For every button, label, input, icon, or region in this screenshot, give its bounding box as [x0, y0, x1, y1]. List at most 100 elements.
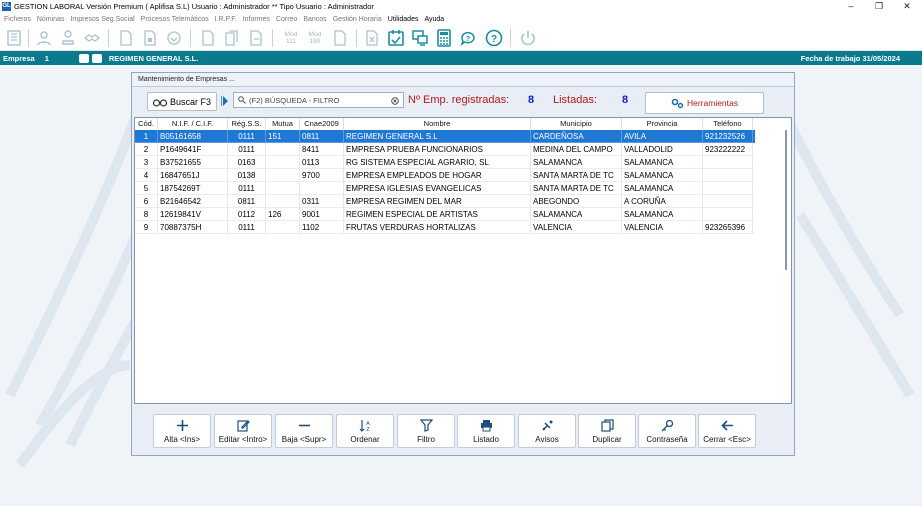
table-cell: 126 [266, 208, 300, 221]
column-header[interactable]: N.I.F. / C.I.F. [158, 118, 228, 129]
table-cell [266, 182, 300, 195]
table-cell: B37521655 [158, 156, 228, 169]
filter-icon [420, 419, 433, 432]
column-header[interactable]: Nombre [344, 118, 531, 129]
listed-count: 8 [622, 94, 629, 106]
table-row[interactable]: 1 B05161658 0111 151 0811 REGIMEN GENERAL S.L… [135, 130, 755, 143]
table-cell: EMPRESA PRUEBA FUNCIONARIOS [344, 143, 531, 156]
dialog-title: Mantenimiento de Empresas ... [132, 73, 794, 87]
table-cell: 923222222 [703, 143, 753, 156]
filter-button[interactable]: Filtro [397, 414, 455, 448]
column-header[interactable]: Municipio [531, 118, 622, 129]
menu-informes[interactable]: Informes [243, 16, 270, 23]
calendar-icon[interactable] [386, 28, 406, 48]
lock-doc-icon[interactable] [140, 28, 160, 48]
table-cell: 0811 [228, 195, 266, 208]
table-cell: SALAMANCA [622, 169, 703, 182]
menu-bancos[interactable]: Bancos [303, 16, 326, 23]
menu-irpf[interactable]: I.R.P.F. [215, 16, 237, 23]
add-button[interactable]: Alta <Ins> [153, 414, 211, 448]
monitor-icon[interactable] [410, 28, 430, 48]
table-row[interactable]: 3 B37521655 0163 0113 RG SISTEMA ESPECIAL AG… [135, 156, 755, 169]
menu-utilidades[interactable]: Utilidades [388, 16, 419, 23]
table-cell: SANTA MARTA DE TC [531, 182, 622, 195]
sort-button-label: Ordenar [350, 435, 380, 444]
column-header[interactable]: Rég.S.S. [228, 118, 266, 129]
company-bar: Empresa 1 REGIMEN GENERAL S.L. Fecha de … [0, 51, 922, 65]
menu-correo[interactable]: Correo [276, 16, 297, 23]
document-icon[interactable] [116, 28, 136, 48]
menu-impresos[interactable]: Impresos Seg.Social [70, 16, 134, 23]
menu-nominas[interactable]: Nóminas [37, 16, 65, 23]
maximize-icon[interactable]: ❐ [864, 0, 894, 13]
help-icon[interactable]: ? [484, 28, 504, 48]
table-cell: MEDINA DEL CAMPO [531, 143, 622, 156]
table-cell: P1649641F [158, 143, 228, 156]
mod190-button[interactable]: Mod 190 [304, 28, 326, 48]
close-button[interactable]: Cerrar <Esc> [698, 414, 756, 448]
table-row[interactable]: 2 P1649641F 0111 8411 EMPRESA PRUEBA FUNCION… [135, 143, 755, 156]
column-header[interactable]: Cnae2009 [300, 118, 344, 129]
search-button[interactable]: Buscar F3 [147, 92, 217, 111]
table-row[interactable]: 6 B21646542 0811 0311 EMPRESA REGIMEN DEL MA… [135, 195, 755, 208]
user-icon[interactable] [58, 28, 78, 48]
company-icon[interactable] [4, 28, 24, 48]
handshake-icon[interactable] [82, 28, 102, 48]
table-cell: FRUTAS VERDURAS HORTALIZAS [344, 221, 531, 234]
company-maintenance-dialog: Mantenimiento de Empresas ... Buscar F3 … [131, 72, 795, 456]
tools-button[interactable]: Herramientas [645, 92, 764, 114]
sort-button[interactable]: AZ Ordenar [336, 414, 394, 448]
duplicate-button[interactable]: Duplicar [578, 414, 636, 448]
warnings-button[interactable]: Avisos [518, 414, 576, 448]
menu-bar: Ficheros Nóminas Impresos Seg.Social Pro… [0, 13, 922, 25]
excel-icon[interactable] [362, 28, 382, 48]
work-date[interactable]: Fecha de trabajo 31/05/2024 [801, 54, 900, 63]
workers-icon[interactable] [34, 28, 54, 48]
table-cell: REGIMEN GENERAL S.L [344, 130, 531, 143]
close-icon[interactable]: ✕ [892, 0, 922, 13]
table-row[interactable]: 8 12619841V 0112 126 9001 REGIMEN ESPECIAL DE… [135, 208, 755, 221]
table-cell: B21646542 [158, 195, 228, 208]
chat-icon[interactable]: ? [458, 28, 478, 48]
inbox-icon[interactable] [164, 28, 184, 48]
table-cell: B05161658 [158, 130, 228, 143]
company-name: REGIMEN GENERAL S.L. [108, 53, 199, 63]
calculator-icon[interactable] [434, 28, 454, 48]
copy-doc-icon[interactable] [222, 28, 242, 48]
menu-ficheros[interactable]: Ficheros [4, 16, 31, 23]
search-input[interactable]: (F2) BÚSQUEDA - FILTRO [233, 92, 404, 108]
company-info-icon[interactable] [91, 53, 102, 63]
table-row[interactable]: 5 18754269T 0111 EMPRESA IGLESIAS EVANGELIC… [135, 182, 755, 195]
duplicate-icon [601, 419, 614, 432]
table-row[interactable]: 9 70887375H 0111 1102 FRUTAS VERDURAS HORTAL… [135, 221, 755, 234]
delete-button[interactable]: Baja <Supr> [275, 414, 333, 448]
minimize-icon[interactable]: – [836, 0, 866, 13]
column-header[interactable]: Provincia [622, 118, 703, 129]
list-button-label: Listado [473, 435, 499, 444]
edit-icon [237, 420, 250, 432]
edit-button[interactable]: Editar <Intro> [214, 414, 272, 448]
mod111-button[interactable]: Mod 111 [280, 28, 302, 48]
form-icon[interactable] [198, 28, 218, 48]
power-icon[interactable] [518, 28, 538, 48]
report-icon[interactable] [330, 28, 350, 48]
change-company-icon[interactable] [78, 53, 89, 63]
toolbar: Mod 111 Mod 190 ? ? [0, 25, 922, 51]
column-header[interactable]: Cód. [135, 118, 158, 129]
scrollbar[interactable] [785, 130, 787, 270]
list-button[interactable]: Listado [457, 414, 515, 448]
table-cell [703, 156, 753, 169]
column-header[interactable]: Mutua [266, 118, 300, 129]
table-cell [266, 169, 300, 182]
filter-toggle-icon[interactable] [220, 96, 229, 106]
password-button[interactable]: Contraseña [638, 414, 696, 448]
column-header[interactable]: Teléfono [703, 118, 753, 129]
sort-icon: AZ [359, 420, 370, 432]
table-row[interactable]: 4 16847651J 0138 9700 EMPRESA EMPLEADOS DE H… [135, 169, 755, 182]
send-doc-icon[interactable] [246, 28, 266, 48]
clear-search-icon[interactable] [391, 97, 399, 105]
menu-procesos[interactable]: Procesos Telemáticos [141, 16, 209, 23]
table-cell: 70887375H [158, 221, 228, 234]
menu-ayuda[interactable]: Ayuda [424, 16, 444, 23]
menu-gestion-horaria[interactable]: Gestión Horaria [333, 16, 382, 23]
